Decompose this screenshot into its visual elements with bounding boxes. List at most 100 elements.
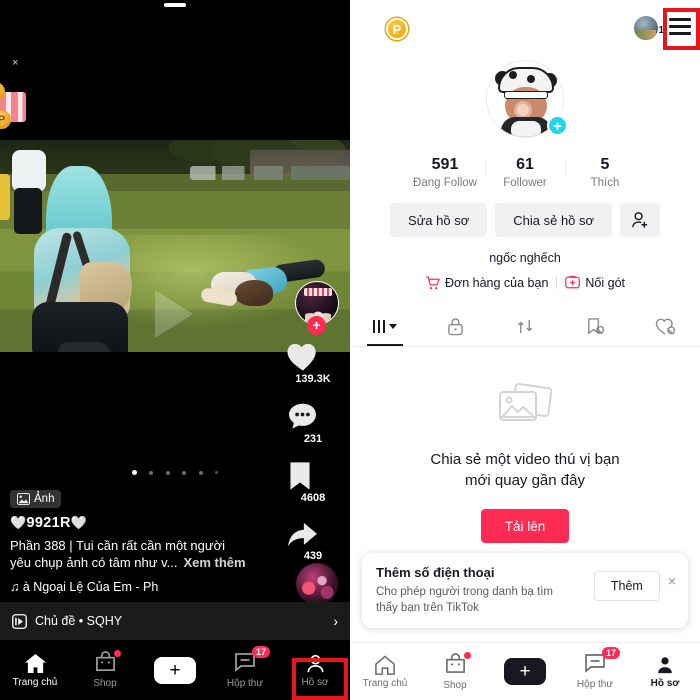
hamburger-menu-icon[interactable] [669, 18, 691, 35]
shop-notification-dot [113, 650, 121, 657]
add-phone-banner-body: Thêm số điện thoại Cho phép người trong … [376, 565, 586, 616]
stat-likes[interactable]: 5 Thích [565, 156, 645, 189]
video-photographer [18, 166, 148, 352]
empty-state: Chia sẻ một video thú vị bạn mới quay gầ… [350, 383, 700, 543]
avatar-add-button[interactable]: + [547, 115, 568, 136]
topic-label: Chủ đề • SQHY [35, 614, 123, 628]
edit-profile-button[interactable]: Sửa hồ sơ [389, 203, 488, 237]
inbox-icon-wrap: 17 [234, 645, 270, 672]
follow-button[interactable]: + [307, 316, 326, 335]
feed-panel: × P P [0, 0, 350, 700]
stat-followers[interactable]: 61 Follower [485, 156, 565, 189]
add-phone-button[interactable]: Thêm [593, 571, 660, 601]
bookmark-count: 4608 [300, 492, 326, 504]
shop-icon-wrap [95, 650, 121, 672]
share-button[interactable]: 439 [286, 520, 340, 562]
nav-label-shop: Shop [443, 679, 467, 691]
add-person-icon [631, 212, 647, 228]
add-person-button[interactable] [620, 203, 661, 237]
stat-likes-label: Thích [590, 177, 620, 189]
share-profile-button[interactable]: Chia sẻ hồ sơ [495, 203, 613, 237]
inbox-badge: 17 [251, 645, 270, 658]
inbox-badge: 17 [601, 647, 620, 659]
like-count: 139.3K [295, 373, 331, 385]
close-icon[interactable]: × [12, 58, 18, 69]
tab-favorites[interactable] [560, 306, 630, 346]
carousel-dot [198, 470, 203, 475]
follow-steps-link[interactable]: Nối gót [565, 275, 625, 290]
repost-icon [517, 319, 533, 333]
handle-text: 9921R [26, 515, 71, 531]
caption-line-2: yêu chụp ảnh có tâm như v... [10, 555, 178, 570]
music-disc-icon[interactable] [296, 563, 338, 605]
nav-item-inbox[interactable]: 17 Hộp thư [210, 645, 280, 689]
nav-label-shop: Shop [93, 678, 117, 689]
video-action-rail: 139.3K 231 4608 439 [286, 341, 340, 578]
play-icon [155, 290, 193, 338]
nav-item-inbox[interactable]: 17 Hộp thư [560, 647, 630, 690]
profile-panel: P 1 + 591 Đang Follow 61 Follower 5 Thíc… [350, 0, 700, 700]
bookmark-off-icon [588, 317, 605, 335]
see-more-link[interactable]: Xem thêm [183, 555, 245, 570]
create-button-wrap: + [500, 658, 550, 685]
stat-followers-value: 61 [516, 156, 534, 173]
create-button-wrap: + [150, 656, 200, 684]
bottom-nav-light: Trang chủ Shop + 17 Hộp thư Hồ sơ [350, 642, 700, 700]
add-phone-title: Thêm số điện thoại [376, 565, 495, 580]
nav-item-shop[interactable]: Shop [70, 650, 140, 689]
author-handle[interactable]: 🤍9921R🤍 [10, 515, 280, 531]
orders-link[interactable]: Đơn hàng của bạn [425, 276, 548, 290]
carousel-dot [131, 470, 137, 476]
nav-item-shop[interactable]: Shop [420, 651, 490, 691]
nav-label-inbox: Hộp thư [226, 677, 264, 689]
close-icon[interactable]: × [668, 573, 676, 589]
heart-icon [287, 343, 316, 371]
tab-videos[interactable] [350, 306, 420, 346]
nav-item-create[interactable]: + [490, 658, 560, 685]
comment-icon [289, 403, 316, 429]
nav-item-profile[interactable]: Hồ sơ [280, 653, 350, 688]
status-bar-pill [164, 3, 186, 7]
tab-liked[interactable] [630, 306, 700, 346]
links-divider [556, 276, 558, 289]
points-badge-icon[interactable]: P [386, 18, 408, 40]
upload-button[interactable]: Tải lên [480, 509, 570, 543]
comment-button[interactable]: 231 [286, 401, 340, 445]
app-screen: × P P [0, 0, 700, 700]
carousel-dot [215, 471, 219, 475]
plus-icon[interactable]: + [150, 656, 200, 684]
avatar[interactable]: + [486, 60, 568, 138]
topic-bar[interactable]: Chủ đề • SQHY › [0, 602, 350, 640]
home-icon [375, 654, 395, 675]
nav-item-create[interactable]: + [140, 656, 210, 684]
shop-icon-wrap [445, 651, 471, 674]
grid-icon [372, 319, 386, 333]
video-player[interactable] [0, 140, 350, 352]
tab-reposts[interactable] [490, 306, 560, 346]
photo-tag-label: Ảnh [34, 493, 55, 505]
nav-item-home[interactable]: Trang chủ [0, 653, 70, 688]
profile-tabs [350, 306, 700, 347]
coin-reward-widget[interactable]: P P [0, 82, 36, 134]
nav-label-profile: Hồ sơ [301, 676, 329, 688]
plus-icon[interactable]: + [500, 658, 550, 685]
caption-line-1: Phần 388 | Tui cần rất cần một người [10, 538, 226, 553]
share-arrow-icon [288, 522, 317, 547]
empty-state-line-2: mới quay gần đây [465, 472, 585, 489]
nav-item-profile[interactable]: Hồ sơ [630, 655, 700, 689]
stat-following[interactable]: 591 Đang Follow [405, 156, 485, 189]
photo-icon [17, 493, 30, 505]
nav-label-home: Trang chủ [12, 676, 58, 688]
mini-avatar[interactable] [634, 16, 658, 40]
music-title[interactable]: ♫ à Ngoại Lệ Của Em - Ph [10, 580, 280, 594]
add-phone-sub-1: Cho phép người trong danh bạ tìm [376, 586, 553, 598]
caption-line-2-row: yêu chụp ảnh có tâm như v... Xem thêm [10, 554, 280, 571]
tab-private[interactable] [420, 306, 490, 346]
nav-item-home[interactable]: Trang chủ [350, 654, 420, 689]
topic-icon [12, 613, 27, 629]
stat-followers-label: Follower [503, 177, 547, 189]
bottom-nav-dark: Trang chủ Shop + 17 Hộp thư Hồ sơ [0, 640, 350, 700]
mini-avatar-count: 1 [658, 25, 664, 36]
heart-emoji-icon: 🤍 [10, 515, 27, 530]
like-button[interactable]: 139.3K [286, 341, 340, 385]
